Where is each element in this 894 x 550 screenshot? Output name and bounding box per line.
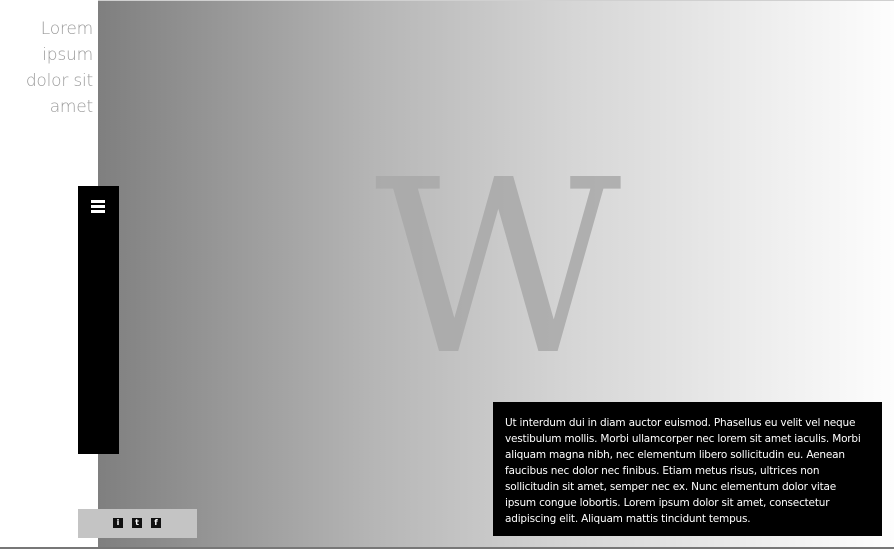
hamburger-menu-icon[interactable]: [91, 200, 105, 214]
menu-icon-line: [91, 210, 105, 213]
bottom-divider: [0, 547, 894, 549]
info-icon[interactable]: i: [113, 518, 123, 528]
top-divider: [98, 0, 894, 1]
intro-text-panel: Ut interdum dui in diam auctor euismod. …: [493, 402, 882, 536]
page: Lorem ipsum dolor sit amet W i t f Ut in…: [0, 0, 894, 550]
social-links-bar: i t f: [78, 509, 197, 538]
site-title[interactable]: Lorem ipsum dolor sit amet: [1, 16, 93, 120]
sidebar-menu-bar: [78, 186, 119, 454]
social-icons: i t f: [113, 518, 161, 528]
facebook-icon[interactable]: f: [151, 518, 161, 528]
intro-paragraph: Ut interdum dui in diam auctor euismod. …: [505, 417, 861, 525]
menu-icon-line: [91, 205, 105, 208]
twitter-icon[interactable]: t: [132, 518, 142, 528]
wordpress-logo-letter: W: [374, 128, 622, 408]
menu-icon-line: [91, 200, 105, 203]
